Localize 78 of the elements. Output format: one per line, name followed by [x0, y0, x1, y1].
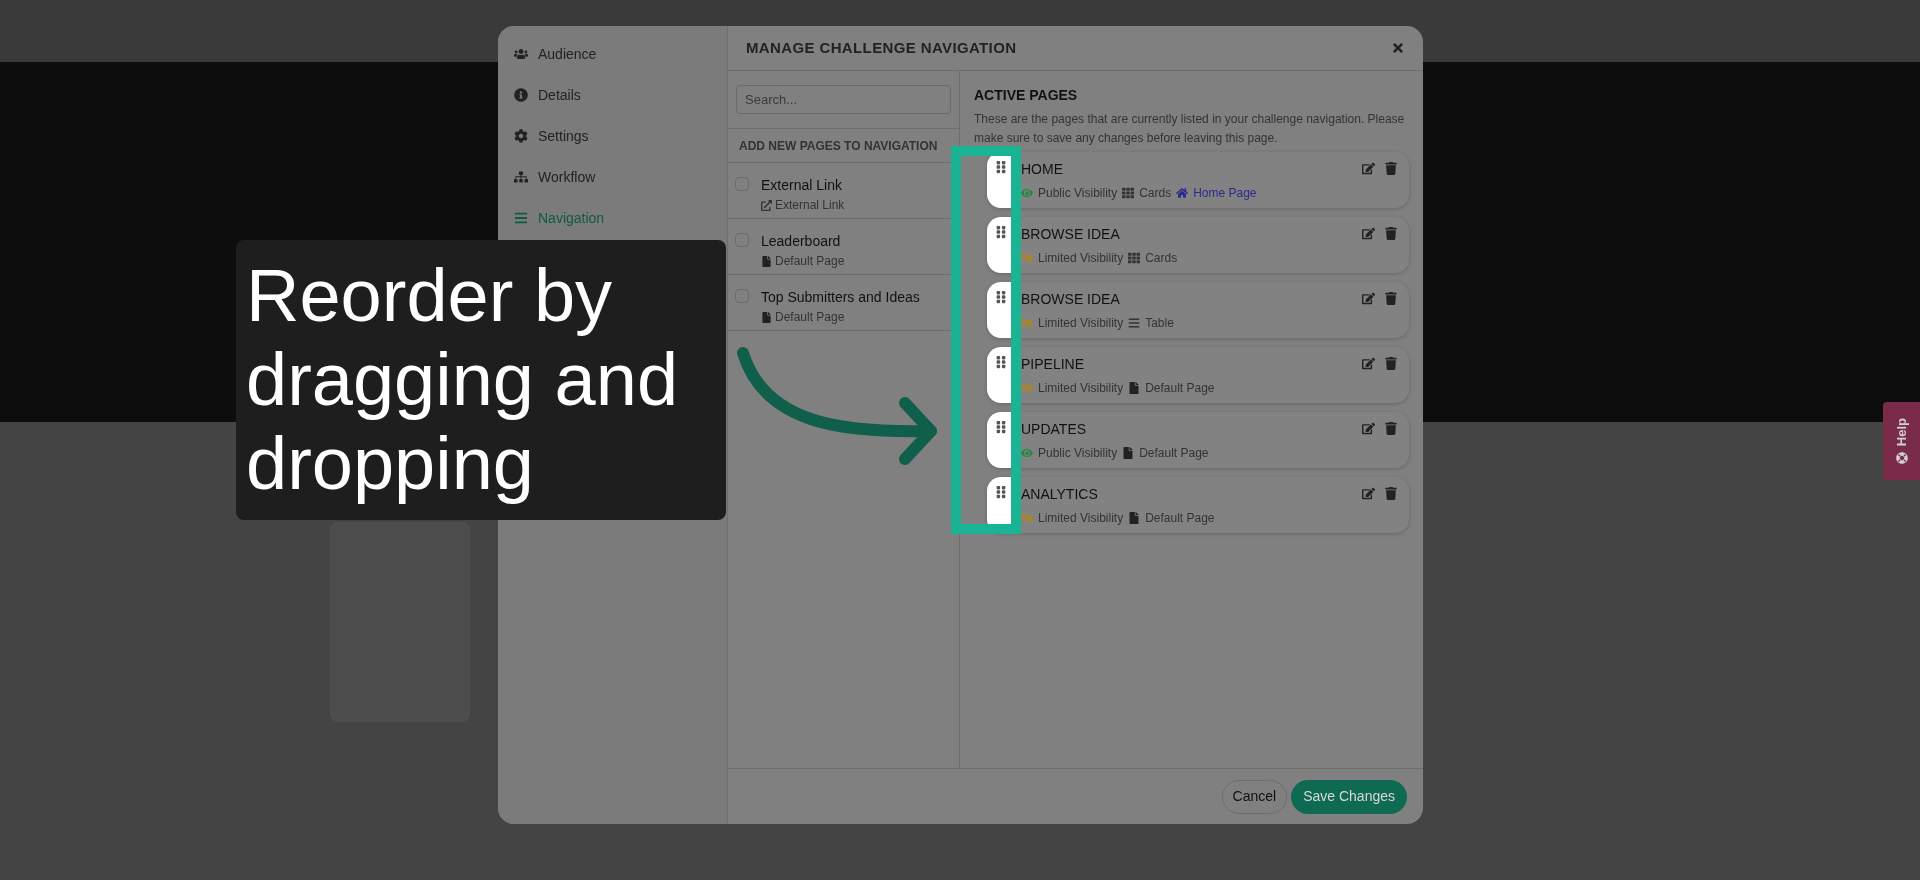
trash-icon[interactable] [1385, 422, 1397, 435]
workflow-icon [514, 170, 528, 184]
visibility-label: Public Visibility [1038, 185, 1118, 202]
save-button[interactable]: Save Changes [1291, 779, 1407, 814]
external-link-icon [761, 199, 772, 211]
section-heading: ACTIVE PAGES [974, 86, 1079, 105]
trash-icon[interactable] [1385, 487, 1397, 500]
page-type: External Link [775, 197, 845, 214]
page-title: Leaderboard [761, 232, 842, 251]
info-icon [514, 88, 528, 102]
page-title: ANALYTICS [1021, 485, 1099, 504]
help-tab[interactable]: Help [1883, 402, 1920, 480]
page-card[interactable]: HOME Public Visibility Cards Home Page [987, 152, 1409, 208]
layout-label: Default Page [1145, 380, 1215, 397]
layout-label: Default Page [1139, 445, 1209, 462]
visibility-label: Limited Visibility [1038, 380, 1124, 397]
visibility-label: Public Visibility [1038, 445, 1118, 462]
edit-icon[interactable] [1362, 292, 1375, 305]
edit-icon[interactable] [1362, 357, 1375, 370]
lifebuoy-icon [1895, 452, 1908, 465]
trash-icon[interactable] [1385, 162, 1397, 175]
layout-label: Cards [1139, 185, 1172, 202]
layout-label: Default Page [1145, 510, 1215, 527]
caption-text: Reorder by dragging and dropping [246, 254, 680, 506]
users-icon [514, 47, 528, 61]
page-title: BROWSE IDEA [1021, 225, 1121, 244]
file-icon [761, 311, 772, 323]
page-type: Default Page [775, 309, 845, 326]
trash-icon[interactable] [1385, 227, 1397, 240]
page-title: UPDATES [1021, 420, 1088, 439]
list-icon [1128, 317, 1141, 329]
page-card[interactable]: UPDATES Public Visibility Default Page [987, 412, 1409, 468]
page-card[interactable]: BROWSE IDEA Limited Visibility Table [987, 282, 1409, 338]
page-title: BROWSE IDEA [1021, 290, 1121, 309]
sidebar-item[interactable]: Audience [498, 42, 727, 66]
home-icon [1176, 187, 1189, 199]
sidebar-item[interactable]: Workflow [498, 165, 727, 189]
layout-label: Cards [1145, 250, 1178, 267]
layout-label: Table [1145, 315, 1174, 332]
description: These are the pages that are currently listed in your challenge navigation. Please make sure to save any changes before leaving this page. [974, 111, 1406, 147]
section-heading: ADD NEW PAGES TO NAVIGATION [739, 137, 938, 155]
search-field[interactable]: Search... [736, 85, 951, 114]
file-icon [1122, 447, 1135, 459]
file-icon [1128, 382, 1141, 394]
page-card[interactable]: PIPELINE Limited Visibility Default Page [987, 347, 1409, 403]
sidebar-item[interactable]: Settings [498, 124, 727, 148]
sidebar-item[interactable]: Details [498, 83, 727, 107]
page-title: External Link [761, 176, 843, 195]
edit-icon[interactable] [1362, 487, 1375, 500]
trash-icon[interactable] [1385, 357, 1397, 370]
drag-handle-icon[interactable] [995, 485, 1007, 499]
visibility-label: Limited Visibility [1038, 315, 1124, 332]
drag-handle-icon[interactable] [995, 355, 1007, 369]
edit-icon[interactable] [1362, 227, 1375, 240]
close-icon[interactable] [1391, 41, 1405, 55]
grid-icon [1128, 252, 1141, 264]
page-card[interactable]: BROWSE IDEA Limited Visibility Cards [987, 217, 1409, 273]
file-icon [1128, 512, 1141, 524]
drag-handle-icon[interactable] [995, 225, 1007, 239]
drag-handle-icon[interactable] [995, 420, 1007, 434]
settings-icon [514, 129, 528, 143]
page-type: Default Page [775, 253, 845, 270]
menu-icon [514, 211, 528, 225]
edit-icon[interactable] [1362, 422, 1375, 435]
drag-handle-icon[interactable] [995, 290, 1007, 304]
page-card[interactable]: ANALYTICS Limited Visibility Default Page [987, 477, 1409, 533]
file-icon [761, 255, 772, 267]
grid-icon [1122, 187, 1135, 199]
visibility-label: Limited Visibility [1038, 510, 1124, 527]
visibility-label: Limited Visibility [1038, 250, 1124, 267]
drag-handle-icon[interactable] [995, 160, 1007, 174]
modal-title: MANAGE CHALLENGE NAVIGATION [746, 37, 1017, 58]
page-title: Top Submitters and Ideas [761, 288, 920, 307]
page-title: PIPELINE [1021, 355, 1086, 374]
page-title: HOME [1021, 160, 1064, 179]
trash-icon[interactable] [1385, 292, 1397, 305]
home-page-label: Home Page [1193, 185, 1257, 202]
edit-icon[interactable] [1362, 162, 1375, 175]
